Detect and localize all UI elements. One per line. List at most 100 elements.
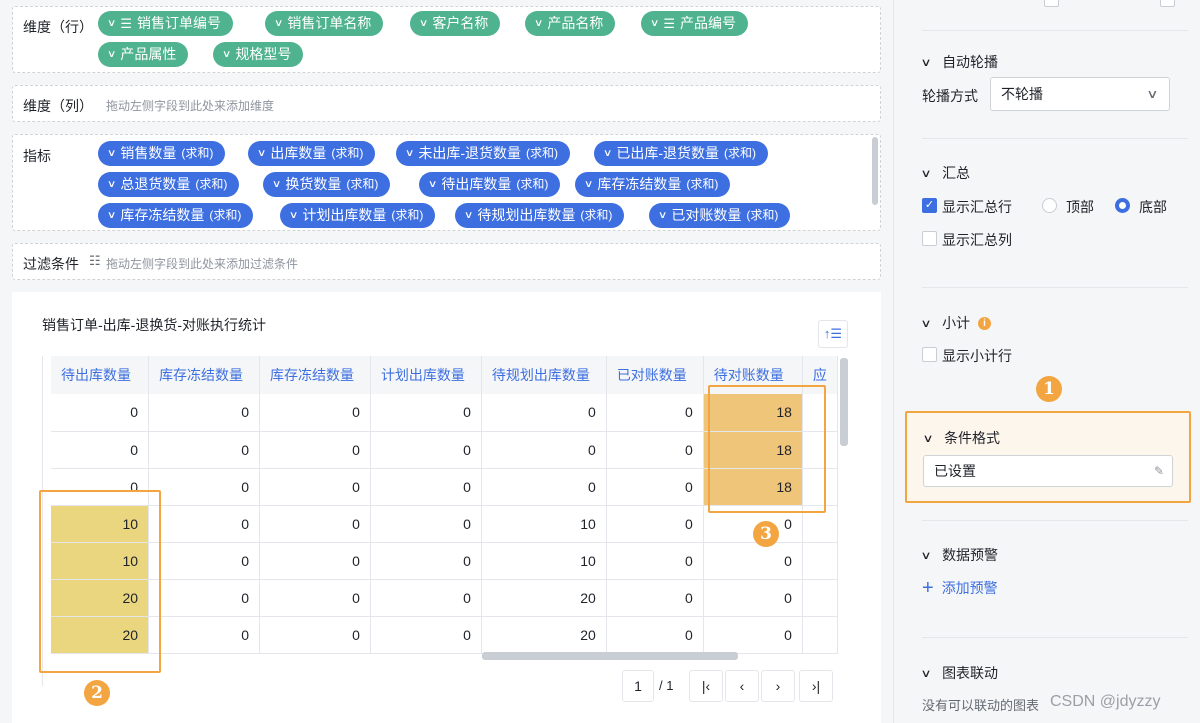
table-cell: 20 bbox=[481, 579, 607, 617]
total-position-top-radio[interactable] bbox=[1042, 198, 1057, 213]
metric-field-pill[interactable]: ∨ 销售数量 (求和) bbox=[98, 141, 226, 166]
table-cell: 0 bbox=[481, 394, 607, 432]
table-cell: 0 bbox=[703, 616, 803, 654]
metric-field-pill[interactable]: ∨ 未出库-退货数量 (求和) bbox=[396, 141, 570, 166]
sort-icon: ☰ bbox=[663, 16, 675, 31]
last-page-button[interactable]: ›| bbox=[799, 670, 833, 702]
chevron-down-icon: ∨ bbox=[106, 179, 117, 190]
metrics-scrollbar[interactable] bbox=[872, 137, 878, 205]
next-page-button[interactable]: › bbox=[761, 670, 795, 702]
top-partial-checkbox-2[interactable] bbox=[1160, 0, 1175, 7]
table-vertical-scrollbar[interactable] bbox=[840, 358, 848, 446]
show-total-row-label: 显示汇总行 bbox=[942, 199, 1012, 215]
table-row: 20 0 0 0 20 0 0 bbox=[51, 616, 838, 654]
divider bbox=[922, 30, 1188, 31]
metrics-zone[interactable]: 指标 ∨ 销售数量 (求和) ∨ 出库数量 (求和) ∨ 未出库-退货数量 (求和) ∨ 已出… bbox=[12, 134, 881, 231]
metric-field-pill[interactable]: ∨ 计划出库数量 (求和) bbox=[280, 203, 436, 228]
show-total-row-checkbox[interactable]: ✓ bbox=[922, 198, 937, 213]
top-partial-checkbox[interactable] bbox=[1044, 0, 1059, 7]
filter-list-icon: ☷ bbox=[89, 253, 101, 268]
watermark: CSDN @jdyzzy bbox=[1050, 693, 1161, 710]
page-number-input[interactable]: 1 bbox=[622, 670, 654, 702]
next-page-icon: › bbox=[775, 678, 781, 694]
table-cell: 0 bbox=[148, 505, 260, 543]
column-header[interactable]: 已对账数量 bbox=[606, 356, 704, 394]
filter-zone[interactable]: 过滤条件 ☷ 拖动左侧字段到此处来添加过滤条件 bbox=[12, 243, 881, 280]
metric-field-pill[interactable]: ∨ 已对账数量 (求和) bbox=[649, 203, 791, 228]
metric-field-pill[interactable]: ∨ 换货数量 (求和) bbox=[263, 172, 391, 197]
chevron-down-icon: ∨ bbox=[106, 210, 117, 221]
sort-ascending-icon: ↑☰ bbox=[823, 326, 843, 341]
table-horizontal-scrollbar[interactable] bbox=[482, 652, 738, 660]
linkage-section-header[interactable]: ∨ 图表联动 bbox=[920, 663, 998, 683]
conditional-format-field[interactable]: 已设置 ✎ bbox=[923, 455, 1173, 487]
total-position-bottom-radio[interactable] bbox=[1115, 198, 1130, 213]
rows-dimension-zone[interactable]: 维度（行） ∨ ☰ 销售订单编号 ∨ 销售订单名称 ∨ 客户名称 ∨ 产品名称 ∨ ☰ 产品编… bbox=[12, 6, 881, 73]
chevron-down-icon: ∨ bbox=[920, 549, 932, 562]
metric-field-pill[interactable]: ∨ 待规划出库数量 (求和) bbox=[455, 203, 625, 228]
column-header[interactable]: 库存冻结数量 bbox=[259, 356, 371, 394]
chart-title: 销售订单-出库-退换货-对账执行统计 bbox=[42, 317, 266, 333]
row-field-pill[interactable]: ∨ ☰ 销售订单编号 bbox=[98, 11, 233, 36]
row-field-pill[interactable]: ∨ 销售订单名称 bbox=[265, 11, 384, 36]
summary-section-header[interactable]: ∨ 汇总 bbox=[920, 163, 970, 183]
metric-field-pill[interactable]: ∨ 库存冻结数量 (求和) bbox=[98, 203, 254, 228]
table-cell: 0 bbox=[51, 394, 150, 432]
prev-page-button[interactable]: ‹ bbox=[725, 670, 759, 702]
first-page-button[interactable]: |‹ bbox=[689, 670, 723, 702]
metric-field-pill[interactable]: ∨ 已出库-退货数量 (求和) bbox=[594, 141, 768, 166]
config-area: 维度（行） ∨ ☰ 销售订单编号 ∨ 销售订单名称 ∨ 客户名称 ∨ 产品名称 ∨ ☰ 产品编… bbox=[0, 0, 893, 723]
chevron-down-icon: ∨ bbox=[533, 18, 544, 29]
rows-zone-label: 维度（行） bbox=[23, 19, 93, 35]
table-cell: 0 bbox=[370, 394, 482, 432]
table-cell: 0 bbox=[259, 542, 371, 580]
row-field-pill[interactable]: ∨ 产品名称 bbox=[525, 11, 616, 36]
filter-zone-hint: 拖动左侧字段到此处来添加过滤条件 bbox=[106, 257, 299, 271]
alert-section-header[interactable]: ∨ 数据预警 bbox=[920, 545, 998, 565]
chevron-down-icon: ∨ bbox=[920, 167, 932, 180]
column-header[interactable]: 待规划出库数量 bbox=[481, 356, 607, 394]
metric-field-pill[interactable]: ∨ 待出库数量 (求和) bbox=[419, 172, 561, 197]
table-cell: 0 bbox=[259, 468, 371, 506]
table-cell: 0 bbox=[370, 431, 482, 469]
cols-dimension-zone[interactable]: 维度（列） 拖动左侧字段到此处来添加维度 bbox=[12, 85, 881, 122]
table-cell: 0 bbox=[259, 394, 371, 432]
table-cell: 0 bbox=[148, 579, 260, 617]
table-cell: 0 bbox=[51, 431, 150, 469]
carousel-section-header[interactable]: ∨ 自动轮播 bbox=[920, 52, 998, 72]
carousel-mode-label: 轮播方式 bbox=[922, 88, 978, 104]
table-cell: 0 bbox=[606, 394, 704, 432]
metric-field-pill[interactable]: ∨ 出库数量 (求和) bbox=[248, 141, 376, 166]
table-cell: 10 bbox=[481, 505, 607, 543]
chevron-down-icon: ∨ bbox=[922, 432, 934, 445]
show-total-col-checkbox[interactable] bbox=[922, 231, 937, 246]
conditional-format-header[interactable]: ∨ 条件格式 bbox=[922, 428, 1000, 448]
row-field-pill[interactable]: ∨ 客户名称 bbox=[410, 11, 501, 36]
column-header[interactable]: 库存冻结数量 bbox=[148, 356, 260, 394]
chevron-down-icon: ∨ bbox=[418, 18, 429, 29]
table-cell: 10 bbox=[481, 542, 607, 580]
table-cell: 0 bbox=[606, 431, 704, 469]
column-header[interactable]: 待出库数量 bbox=[51, 356, 150, 394]
cols-zone-hint: 拖动左侧字段到此处来添加维度 bbox=[106, 99, 275, 113]
metric-field-pill[interactable]: ∨ 库存冻结数量 (求和) bbox=[575, 172, 731, 197]
show-subtotal-row-label: 显示小计行 bbox=[942, 348, 1012, 364]
divider bbox=[922, 138, 1188, 139]
metric-field-pill[interactable]: ∨ 总退货数量 (求和) bbox=[98, 172, 240, 197]
show-subtotal-row-checkbox[interactable] bbox=[922, 347, 937, 362]
info-icon[interactable]: i bbox=[978, 316, 992, 330]
total-position-top-label: 顶部 bbox=[1066, 199, 1094, 215]
chevron-down-icon: ∨ bbox=[273, 18, 284, 29]
column-header[interactable]: 计划出库数量 bbox=[370, 356, 482, 394]
row-field-pill[interactable]: ∨ ☰ 产品编号 bbox=[641, 11, 748, 36]
add-alert-button[interactable]: + 添加预警 bbox=[922, 578, 998, 598]
subtotal-section-header[interactable]: ∨ 小计 i bbox=[920, 313, 992, 333]
carousel-mode-select[interactable]: 不轮播 ∨ bbox=[990, 77, 1170, 111]
sort-order-button[interactable]: ↑☰ bbox=[818, 320, 848, 348]
edit-icon[interactable]: ✎ bbox=[1154, 456, 1164, 486]
annotation-badge-1: 1 bbox=[1036, 376, 1062, 402]
chevron-down-icon: ∨ bbox=[657, 210, 668, 221]
row-field-pill[interactable]: ∨ 产品属性 bbox=[98, 42, 189, 67]
row-field-pill[interactable]: ∨ 规格型号 bbox=[213, 42, 304, 67]
sort-icon: ☰ bbox=[120, 16, 132, 31]
